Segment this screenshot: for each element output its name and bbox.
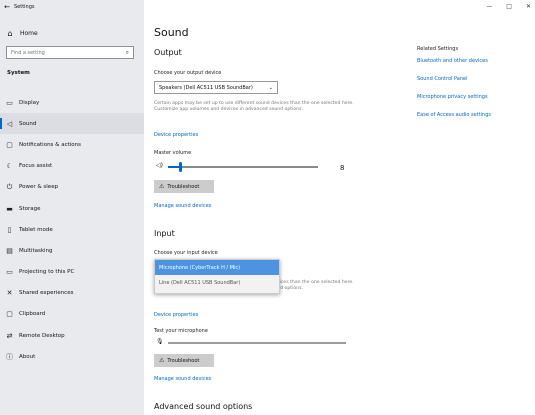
sidebar-item-label: Display	[19, 99, 40, 106]
input-option-line[interactable]: Line (Dell AC511 USB SoundBar)	[155, 275, 279, 290]
output-troubleshoot-button[interactable]: ⚠ Troubleshoot	[154, 180, 214, 193]
projecting-icon: ▭	[6, 268, 13, 277]
output-device-label: Choose your output device	[154, 70, 222, 76]
title-bar: ← Settings	[0, 0, 144, 14]
input-troubleshoot-button[interactable]: ⚠ Troubleshoot	[154, 354, 214, 367]
shared-icon: ✕	[6, 289, 13, 298]
moon-icon: ☾	[6, 162, 13, 171]
clipboard-icon: ▢	[6, 310, 13, 319]
related-link-ease-of-access-audio[interactable]: Ease of Access audio settings	[417, 112, 491, 118]
sidebar-item-sound[interactable]: ◁ Sound	[0, 113, 144, 135]
home-label: Home	[20, 29, 38, 37]
input-option-microphone[interactable]: Microphone (CyberTrack H / Mic)	[155, 260, 279, 275]
input-device-label: Choose your input device	[154, 250, 218, 256]
sidebar-item-label: Storage	[19, 205, 41, 212]
sidebar-item-label: Shared experiences	[19, 290, 74, 297]
output-device-dropdown[interactable]: Speakers (Dell AC511 USB SoundBar) ⌄	[154, 81, 278, 94]
sidebar-item-label: Power & sleep	[19, 184, 59, 191]
close-icon[interactable]: ✕	[526, 3, 531, 10]
sidebar-item-label: Clipboard	[19, 311, 46, 318]
sidebar-item-multitasking[interactable]: ▤ Multitasking	[0, 240, 144, 261]
input-heading: Input	[154, 229, 175, 238]
output-manage-devices-link[interactable]: Manage sound devices	[154, 203, 211, 209]
sidebar-item-projecting-to-this-pc[interactable]: ▭ Projecting to this PC	[0, 262, 144, 283]
sidebar: ← Settings ⌂ Home ⌕ System ▭ Display ◁ Soun…	[0, 0, 144, 415]
home-icon: ⌂	[7, 28, 13, 38]
master-volume-value: 8	[340, 164, 345, 172]
speaker-icon[interactable]: ◁)	[156, 162, 163, 169]
input-device-dropdown-menu[interactable]: Microphone (CyberTrack H / Mic) Line (De…	[154, 259, 280, 294]
maximize-icon[interactable]: □	[506, 3, 512, 10]
sidebar-item-power-sleep[interactable]: ⏻ Power & sleep	[0, 177, 144, 198]
microphone-level-bar	[168, 342, 346, 344]
remote-desktop-icon: ⇄	[6, 331, 13, 340]
search-input[interactable]	[11, 49, 111, 56]
multitasking-icon: ▤	[6, 246, 13, 255]
sidebar-item-tablet-mode[interactable]: ▯ Tablet mode	[0, 219, 144, 240]
sidebar-item-display[interactable]: ▭ Display	[0, 92, 144, 113]
master-volume-slider[interactable]: ◁)	[154, 161, 354, 173]
main-content: — □ ✕ Sound Output Choose your output de…	[144, 0, 535, 415]
home-link[interactable]: ⌂ Home	[0, 26, 144, 40]
search-icon[interactable]: ⌕	[126, 49, 129, 57]
info-icon: ⓘ	[6, 352, 13, 361]
related-link-sound-control-panel[interactable]: Sound Control Panel	[417, 76, 468, 82]
sidebar-item-label: Multitasking	[19, 247, 53, 254]
sidebar-nav: ▭ Display ◁ Sound ▢ Notifications & actions ☾ F…	[0, 92, 144, 367]
sidebar-item-about[interactable]: ⓘ About	[0, 346, 144, 367]
back-arrow-icon[interactable]: ←	[0, 3, 14, 11]
sidebar-item-notifications-actions[interactable]: ▢ Notifications & actions	[0, 134, 144, 155]
input-manage-devices-link[interactable]: Manage sound devices	[154, 376, 211, 382]
output-heading: Output	[154, 48, 182, 57]
input-troubleshoot-label: Troubleshoot	[167, 357, 200, 364]
advanced-sound-options-heading[interactable]: Advanced sound options	[154, 402, 252, 411]
output-description: Certain apps may be set up to use differ…	[154, 101, 354, 112]
sidebar-item-label: Tablet mode	[19, 226, 53, 233]
related-settings-heading: Related Settings	[417, 46, 459, 52]
sidebar-item-storage[interactable]: ▬ Storage	[0, 198, 144, 219]
input-device-properties-link[interactable]: Device properties	[154, 312, 198, 318]
sidebar-item-label: Remote Desktop	[19, 332, 65, 339]
minimize-icon[interactable]: —	[486, 3, 492, 10]
page-title: Sound	[154, 26, 189, 39]
sidebar-item-focus-assist[interactable]: ☾ Focus assist	[0, 156, 144, 177]
sidebar-item-label: Projecting to this PC	[19, 269, 75, 276]
related-link-microphone-privacy[interactable]: Microphone privacy settings	[417, 94, 488, 100]
microphone-icon: 🎙	[156, 338, 164, 345]
chevron-down-icon: ⌄	[268, 84, 273, 91]
volume-track[interactable]	[168, 162, 318, 172]
sidebar-item-shared-experiences[interactable]: ✕ Shared experiences	[0, 283, 144, 304]
search-box[interactable]: ⌕	[6, 46, 134, 59]
sidebar-item-label: Sound	[19, 120, 37, 127]
warning-icon: ⚠	[159, 183, 165, 190]
volume-thumb[interactable]	[179, 162, 182, 172]
related-link-bluetooth[interactable]: Bluetooth and other devices	[417, 58, 488, 64]
warning-icon: ⚠	[159, 357, 165, 364]
window-title: Settings	[14, 4, 35, 10]
speaker-icon: ◁	[6, 119, 13, 128]
section-header-system: System	[7, 70, 30, 76]
output-troubleshoot-label: Troubleshoot	[167, 183, 200, 190]
microphone-level-meter: 🎙	[154, 338, 354, 348]
display-icon: ▭	[6, 98, 13, 107]
sidebar-item-label: About	[19, 353, 36, 360]
master-volume-label: Master volume	[154, 150, 192, 156]
power-icon: ⏻	[6, 182, 13, 191]
sidebar-item-label: Focus assist	[19, 163, 53, 170]
sidebar-item-remote-desktop[interactable]: ⇄ Remote Desktop	[0, 325, 144, 346]
test-microphone-label: Test your microphone	[154, 328, 208, 334]
output-device-value: Speakers (Dell AC511 USB SoundBar)	[159, 84, 253, 91]
tablet-icon: ▯	[7, 225, 12, 234]
sidebar-item-label: Notifications & actions	[19, 141, 82, 148]
window-controls: — □ ✕	[486, 3, 531, 10]
output-device-properties-link[interactable]: Device properties	[154, 132, 198, 138]
storage-icon: ▬	[6, 204, 13, 213]
notifications-icon: ▢	[6, 140, 13, 149]
sidebar-item-clipboard[interactable]: ▢ Clipboard	[0, 304, 144, 325]
